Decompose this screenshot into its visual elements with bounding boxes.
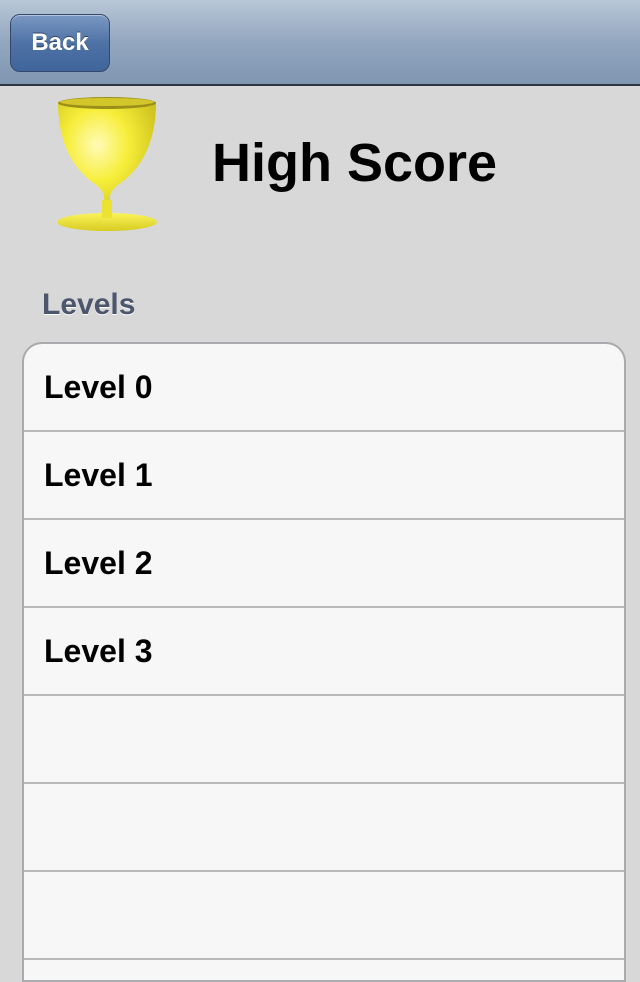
table-row-level-1[interactable]: Level 1: [24, 432, 624, 520]
back-button[interactable]: Back: [10, 14, 110, 72]
page-title: High Score: [212, 133, 498, 193]
table-row-empty: [24, 872, 624, 960]
table-row-level-3[interactable]: Level 3: [24, 608, 624, 696]
levels-table: Level 0 Level 1 Level 2 Level 3: [22, 342, 626, 982]
section-header-levels: Levels: [42, 288, 136, 321]
table-row-level-0[interactable]: Level 0: [24, 344, 624, 432]
table-row-level-2[interactable]: Level 2: [24, 520, 624, 608]
table-row-empty: [24, 696, 624, 784]
table-row-empty: [24, 784, 624, 872]
navigation-bar: Back: [0, 0, 640, 86]
trophy-icon: [52, 96, 162, 236]
